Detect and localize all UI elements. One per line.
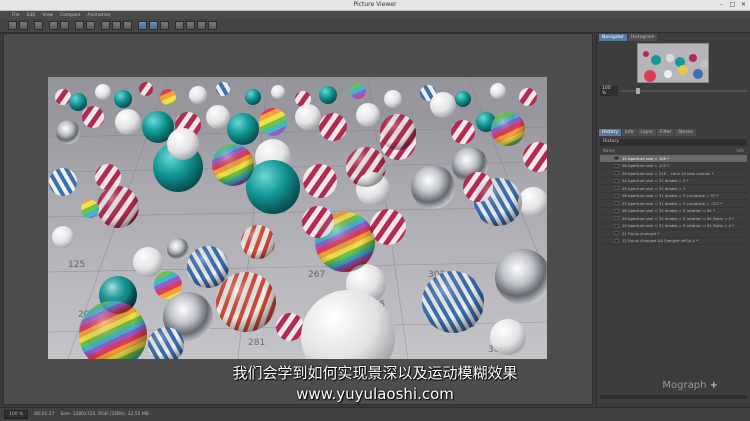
- tab-stereo[interactable]: Stereo: [675, 129, 696, 136]
- save-icon[interactable]: [19, 21, 28, 30]
- view-grid-icon[interactable]: [149, 21, 158, 30]
- svg-text:267: 267: [308, 270, 325, 280]
- history-header: History: [600, 139, 747, 146]
- navigator-thumbnail[interactable]: [637, 43, 709, 83]
- play-back-icon[interactable]: [175, 21, 184, 30]
- menu-bar: File Edit View Compare Animation: [0, 11, 750, 19]
- history-column-header: Name Info: [600, 148, 747, 154]
- history-row[interactable]: 05 Aperture size = 31 blades = 3: [600, 185, 747, 193]
- svg-text:281: 281: [248, 338, 265, 348]
- loop-icon[interactable]: [208, 21, 217, 30]
- tab-info[interactable]: Info: [622, 129, 637, 136]
- thumbnail-icon: [614, 178, 619, 183]
- tab-history[interactable]: History: [599, 129, 622, 136]
- menu-edit[interactable]: Edit: [27, 13, 36, 18]
- thumbnail-icon: [614, 186, 619, 191]
- tab-navigator[interactable]: Navigator: [599, 34, 628, 41]
- menu-compare[interactable]: Compare: [60, 13, 80, 18]
- status-time: 00:01:27: [34, 412, 55, 417]
- subtitle-chinese: 我们会学到如何实现景深以及运动模糊效果: [232, 364, 518, 382]
- thumbnail-icon: [614, 156, 619, 161]
- play-forward-icon[interactable]: [197, 21, 206, 30]
- thumbnail-icon: [614, 193, 619, 198]
- close-icon[interactable]: ✕: [739, 1, 748, 9]
- navigator-zoom-value[interactable]: 100 %: [600, 86, 618, 96]
- thumbnail-icon: [614, 216, 619, 221]
- compare-a-icon[interactable]: [75, 21, 84, 30]
- title-bar: Picture Viewer – □ ✕: [0, 0, 750, 11]
- thumbnail-icon: [614, 231, 619, 236]
- history-row[interactable]: 06 Aperture size = 31 blades = 3 curvatu…: [600, 193, 747, 200]
- tab-histogram[interactable]: Histogram: [628, 34, 658, 41]
- tab-layer[interactable]: Layer: [637, 129, 657, 136]
- thumbnail-icon: [614, 223, 619, 228]
- minimize-icon[interactable]: –: [717, 1, 726, 9]
- render-scene: 125178234 281356363 303325341 252207267: [48, 77, 547, 359]
- render-region-icon[interactable]: [60, 21, 69, 30]
- thumbnail-icon: [614, 208, 619, 213]
- zoom-slider-knob[interactable]: [636, 88, 641, 94]
- menu-file[interactable]: File: [12, 13, 20, 18]
- compare-b-icon[interactable]: [86, 21, 95, 30]
- thumbnail-icon: [614, 201, 619, 206]
- history-row[interactable]: 12 Focus changed AA Sampler off to 4 *: [600, 238, 747, 245]
- history-row[interactable]: 10 Aperture size = 31 blades = 3 rotatio…: [600, 223, 747, 230]
- menu-view[interactable]: View: [42, 13, 53, 18]
- menu-animation[interactable]: Animation: [87, 13, 110, 18]
- window-title: Picture Viewer: [353, 1, 397, 8]
- split-icon[interactable]: [101, 21, 110, 30]
- history-row[interactable]: 04 Aperture size = 31 blades = 3 *: [600, 178, 747, 185]
- history-row[interactable]: 07 Aperture size = 31 blades = 3 curvatu…: [600, 200, 747, 208]
- open-icon[interactable]: [8, 21, 17, 30]
- side-panel: Navigator Histogram 100 % History Info L…: [596, 33, 750, 405]
- maximize-icon[interactable]: □: [728, 1, 737, 9]
- view-compare-icon[interactable]: [160, 21, 169, 30]
- history-row[interactable]: 10 Aperture size = 105 *: [600, 155, 747, 163]
- swap-icon[interactable]: [112, 21, 121, 30]
- tab-filter[interactable]: Filter: [657, 129, 675, 136]
- subtitle-overlay: 我们会学到如何实现景深以及运动模糊效果 www.yuyulaoshi.com: [0, 362, 750, 403]
- rendered-image: 125178234 281356363 303325341 252207267: [48, 77, 547, 359]
- history-row[interactable]: 11 Focus changed *: [600, 230, 747, 238]
- play-icon[interactable]: [186, 21, 195, 30]
- history-row[interactable]: 09 Aperture size = 31 blades = 3 rotatio…: [600, 215, 747, 223]
- thumbnail-icon: [614, 163, 619, 168]
- history-row[interactable]: 09 Aperture size = 215 .. cone 10 lens c…: [600, 170, 747, 178]
- thumbnail-icon: [614, 171, 619, 176]
- camera-icon[interactable]: [49, 21, 58, 30]
- status-zoom[interactable]: 100 %: [4, 410, 29, 419]
- svg-text:125: 125: [68, 260, 85, 270]
- navigator-zoom-slider[interactable]: [621, 88, 747, 94]
- history-row[interactable]: 08 Aperture size = 31 blades = 3 rotatio…: [600, 208, 747, 215]
- channel-icon[interactable]: [123, 21, 132, 30]
- film-icon[interactable]: [34, 21, 43, 30]
- history-row[interactable]: 08 Aperture size = 223 *: [600, 163, 747, 170]
- status-size: Size: 1280x720, RGB (32Bit), 32.55 MB: [60, 412, 149, 417]
- image-viewport[interactable]: 125178234 281356363 303325341 252207267: [3, 33, 593, 405]
- subtitle-url: www.yuyulaoshi.com: [296, 385, 454, 403]
- column-name[interactable]: Name: [603, 148, 615, 154]
- view-single-icon[interactable]: [138, 21, 147, 30]
- thumbnail-icon: [614, 238, 619, 243]
- column-info[interactable]: Info: [736, 148, 744, 154]
- history-list: 10 Aperture size = 105 * 08 Aperture siz…: [600, 155, 747, 245]
- status-bar: 100 % 00:01:27 Size: 1280x720, RGB (32Bi…: [0, 407, 750, 421]
- toolbar: [0, 19, 750, 33]
